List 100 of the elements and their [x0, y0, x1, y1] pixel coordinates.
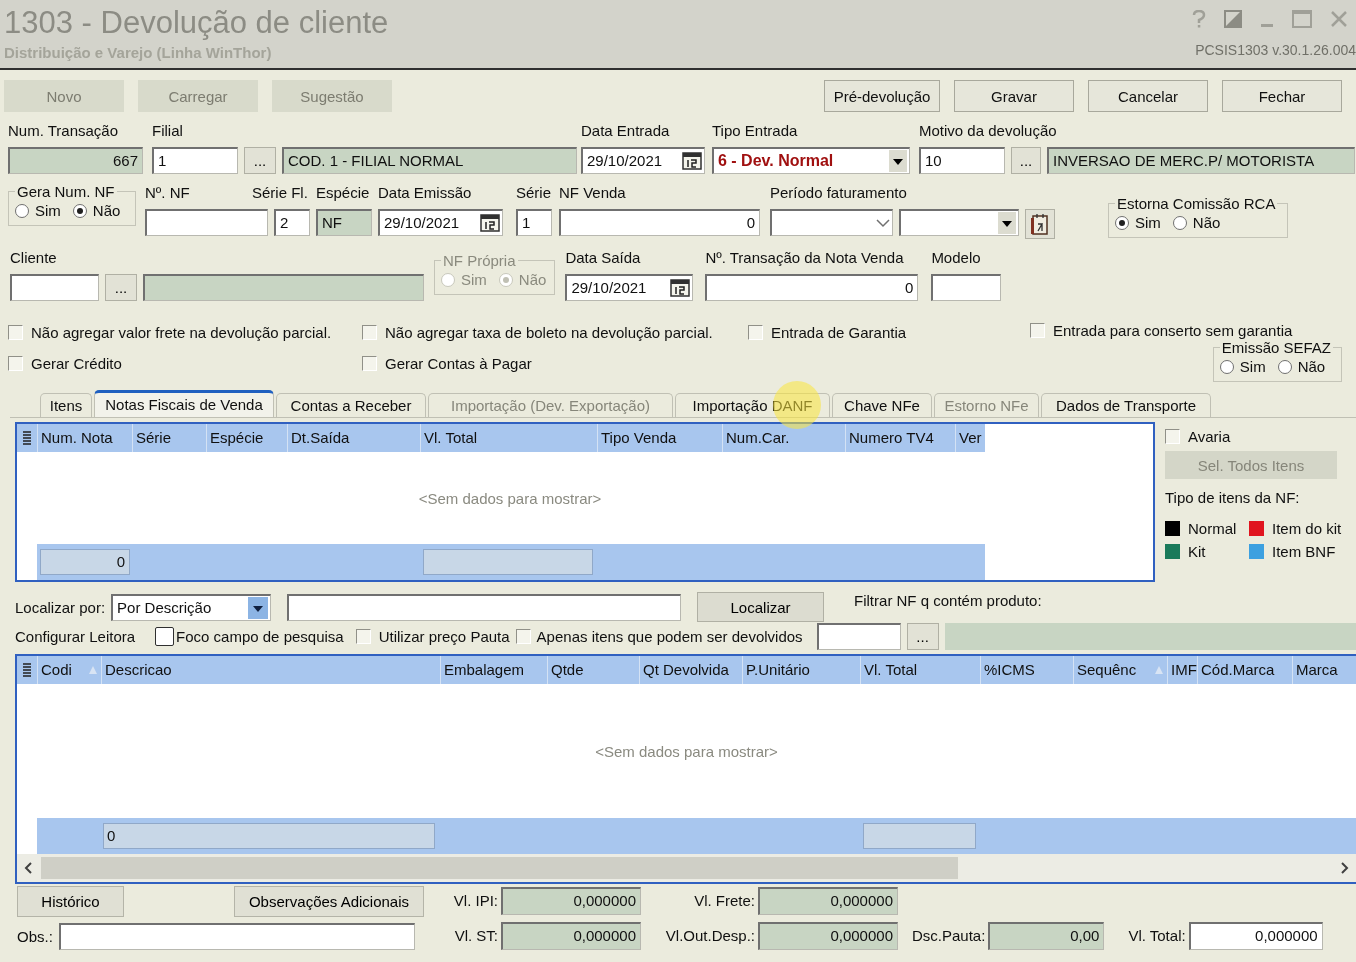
checkbox-option[interactable]: Foco campo de pesquisa [155, 626, 344, 646]
notes-field[interactable] [58, 923, 415, 950]
tab[interactable]: Importação DANF [675, 393, 830, 417]
lookup-button[interactable]: ... [906, 622, 939, 650]
column-header[interactable]: Qtde [547, 656, 639, 684]
checkbox[interactable] [355, 628, 371, 644]
input-field[interactable]: 2 [274, 209, 310, 236]
tab[interactable]: Contas a Receber [276, 393, 426, 417]
checkbox-option[interactable]: Entrada de Garantia [748, 317, 1030, 347]
input-field[interactable] [145, 209, 268, 236]
radio-button[interactable] [1277, 359, 1292, 374]
column-header[interactable]: Embalagem [440, 656, 547, 684]
toolbar-button[interactable]: Gravar [954, 80, 1074, 112]
radio-option[interactable]: Não [72, 202, 121, 219]
column-header[interactable]: Ver [955, 424, 985, 452]
tab[interactable]: Dados de Transporte [1041, 393, 1211, 417]
radio-option[interactable]: Sim [1115, 214, 1161, 231]
input-field[interactable] [931, 274, 1002, 301]
scroll-thumb[interactable] [41, 857, 958, 879]
column-header[interactable]: Espécie [206, 424, 287, 452]
checkbox[interactable] [8, 355, 23, 371]
chevron-down-icon[interactable] [876, 218, 890, 228]
input-field[interactable]: 10 [919, 147, 1005, 174]
radio-option[interactable]: Não [1172, 214, 1221, 231]
calendar-icon[interactable] [682, 152, 702, 170]
tab[interactable]: Itens [40, 393, 92, 417]
checkbox[interactable] [362, 355, 377, 371]
column-header[interactable]: Vl. Total [860, 656, 980, 684]
total-field[interactable]: 0,000000 [1188, 921, 1323, 950]
checkbox[interactable] [748, 324, 763, 340]
date-field[interactable]: 29/10/2021 [378, 209, 503, 236]
scroll-left-icon[interactable] [23, 861, 35, 875]
column-header[interactable]: Cód.Marca [1197, 656, 1292, 684]
column-header[interactable]: Descricao [101, 656, 440, 684]
notes-button[interactable]: Observações Adicionais [234, 886, 424, 917]
dropdown-field[interactable] [899, 209, 1019, 236]
toolbar-button[interactable]: Fechar [1222, 80, 1342, 112]
column-title: Codi [41, 660, 72, 680]
toolbar-button[interactable]: Cancelar [1088, 80, 1208, 112]
tab[interactable]: Chave NFe [832, 393, 932, 417]
column-header[interactable]: Dt.Saída [287, 424, 420, 452]
column-header[interactable]: Num. Nota [37, 424, 132, 452]
input-field[interactable]: 0 [559, 209, 760, 236]
radio-button[interactable] [1115, 215, 1129, 230]
column-header[interactable]: %ICMS [980, 656, 1073, 684]
radio-button[interactable] [1219, 359, 1234, 374]
column-header[interactable]: Vl. Total [420, 424, 597, 452]
radio-option[interactable]: Sim [15, 202, 61, 219]
column-header[interactable]: Marca [1292, 656, 1356, 684]
input-field[interactable]: 0 [705, 274, 919, 301]
lookup-button[interactable]: ... [1011, 147, 1041, 174]
column-chooser-icon[interactable] [21, 662, 33, 678]
checkbox[interactable] [515, 628, 531, 644]
date-field[interactable]: 29/10/2021 [581, 147, 705, 174]
search-field[interactable] [287, 593, 682, 621]
checkbox-option[interactable]: Não agregar taxa de boleto na devolução parcial. [362, 317, 748, 347]
column-header[interactable]: Série [132, 424, 206, 452]
column-header[interactable]: P.Unitário [742, 656, 860, 684]
checkbox-option[interactable]: Não agregar valor frete na devolução parcial. [8, 317, 362, 347]
checkbox[interactable] [8, 324, 23, 340]
column-header[interactable]: Tipo Venda [597, 424, 722, 452]
column-header[interactable]: Numero TV4 [845, 424, 955, 452]
scroll-right-icon[interactable] [1338, 861, 1350, 875]
tab[interactable]: Notas Fiscais de Venda [94, 390, 274, 417]
checkbox-option[interactable]: Gerar Contas à Pagar [362, 347, 748, 379]
checkbox[interactable] [155, 626, 175, 646]
input-field[interactable] [10, 274, 99, 301]
radio-option[interactable]: Não [1277, 358, 1326, 375]
input-field[interactable]: 1 [516, 209, 552, 236]
column-header[interactable]: Qt Devolvida [639, 656, 742, 684]
search-mode-dropdown[interactable]: Por Descrição [111, 593, 272, 621]
checkbox[interactable] [1165, 429, 1180, 444]
checkbox[interactable] [362, 324, 377, 340]
column-chooser-icon[interactable] [21, 430, 33, 446]
product-field[interactable] [816, 622, 901, 650]
lookup-button[interactable]: ... [244, 147, 276, 174]
calendar-icon[interactable] [480, 214, 500, 232]
dropdown-field[interactable]: 6 - Dev. Normal [712, 147, 910, 174]
search-button[interactable]: Localizar [697, 592, 825, 622]
radio-button[interactable] [1172, 215, 1187, 230]
checkbox[interactable] [1030, 322, 1045, 338]
lookup-button[interactable]: ... [105, 274, 137, 301]
column-header[interactable]: Sequênc [1073, 656, 1167, 684]
horizontal-scrollbar[interactable] [17, 854, 1356, 882]
radio-option[interactable]: Sim [1219, 358, 1266, 375]
history-button[interactable]: Histórico [17, 886, 124, 917]
input-field[interactable]: 1 [152, 147, 238, 174]
column-header[interactable]: Codi [37, 656, 101, 684]
column-header[interactable]: Num.Car. [722, 424, 845, 452]
toolbar-button[interactable]: Pré-devolução [824, 80, 940, 112]
radio-button[interactable] [72, 203, 87, 218]
field-label: Data Saída [565, 248, 641, 268]
calendar-button[interactable] [1025, 209, 1055, 239]
radio-button[interactable] [15, 203, 29, 218]
calendar-icon[interactable] [670, 279, 691, 297]
date-field[interactable]: 29/10/2021 [565, 274, 694, 301]
configure-reader-link[interactable]: Configurar Leitora [15, 627, 136, 645]
dropdown-field[interactable] [770, 209, 893, 236]
checkbox-option[interactable]: Gerar Crédito [8, 347, 362, 379]
checkbox-option[interactable]: Avaria [1165, 428, 1355, 445]
